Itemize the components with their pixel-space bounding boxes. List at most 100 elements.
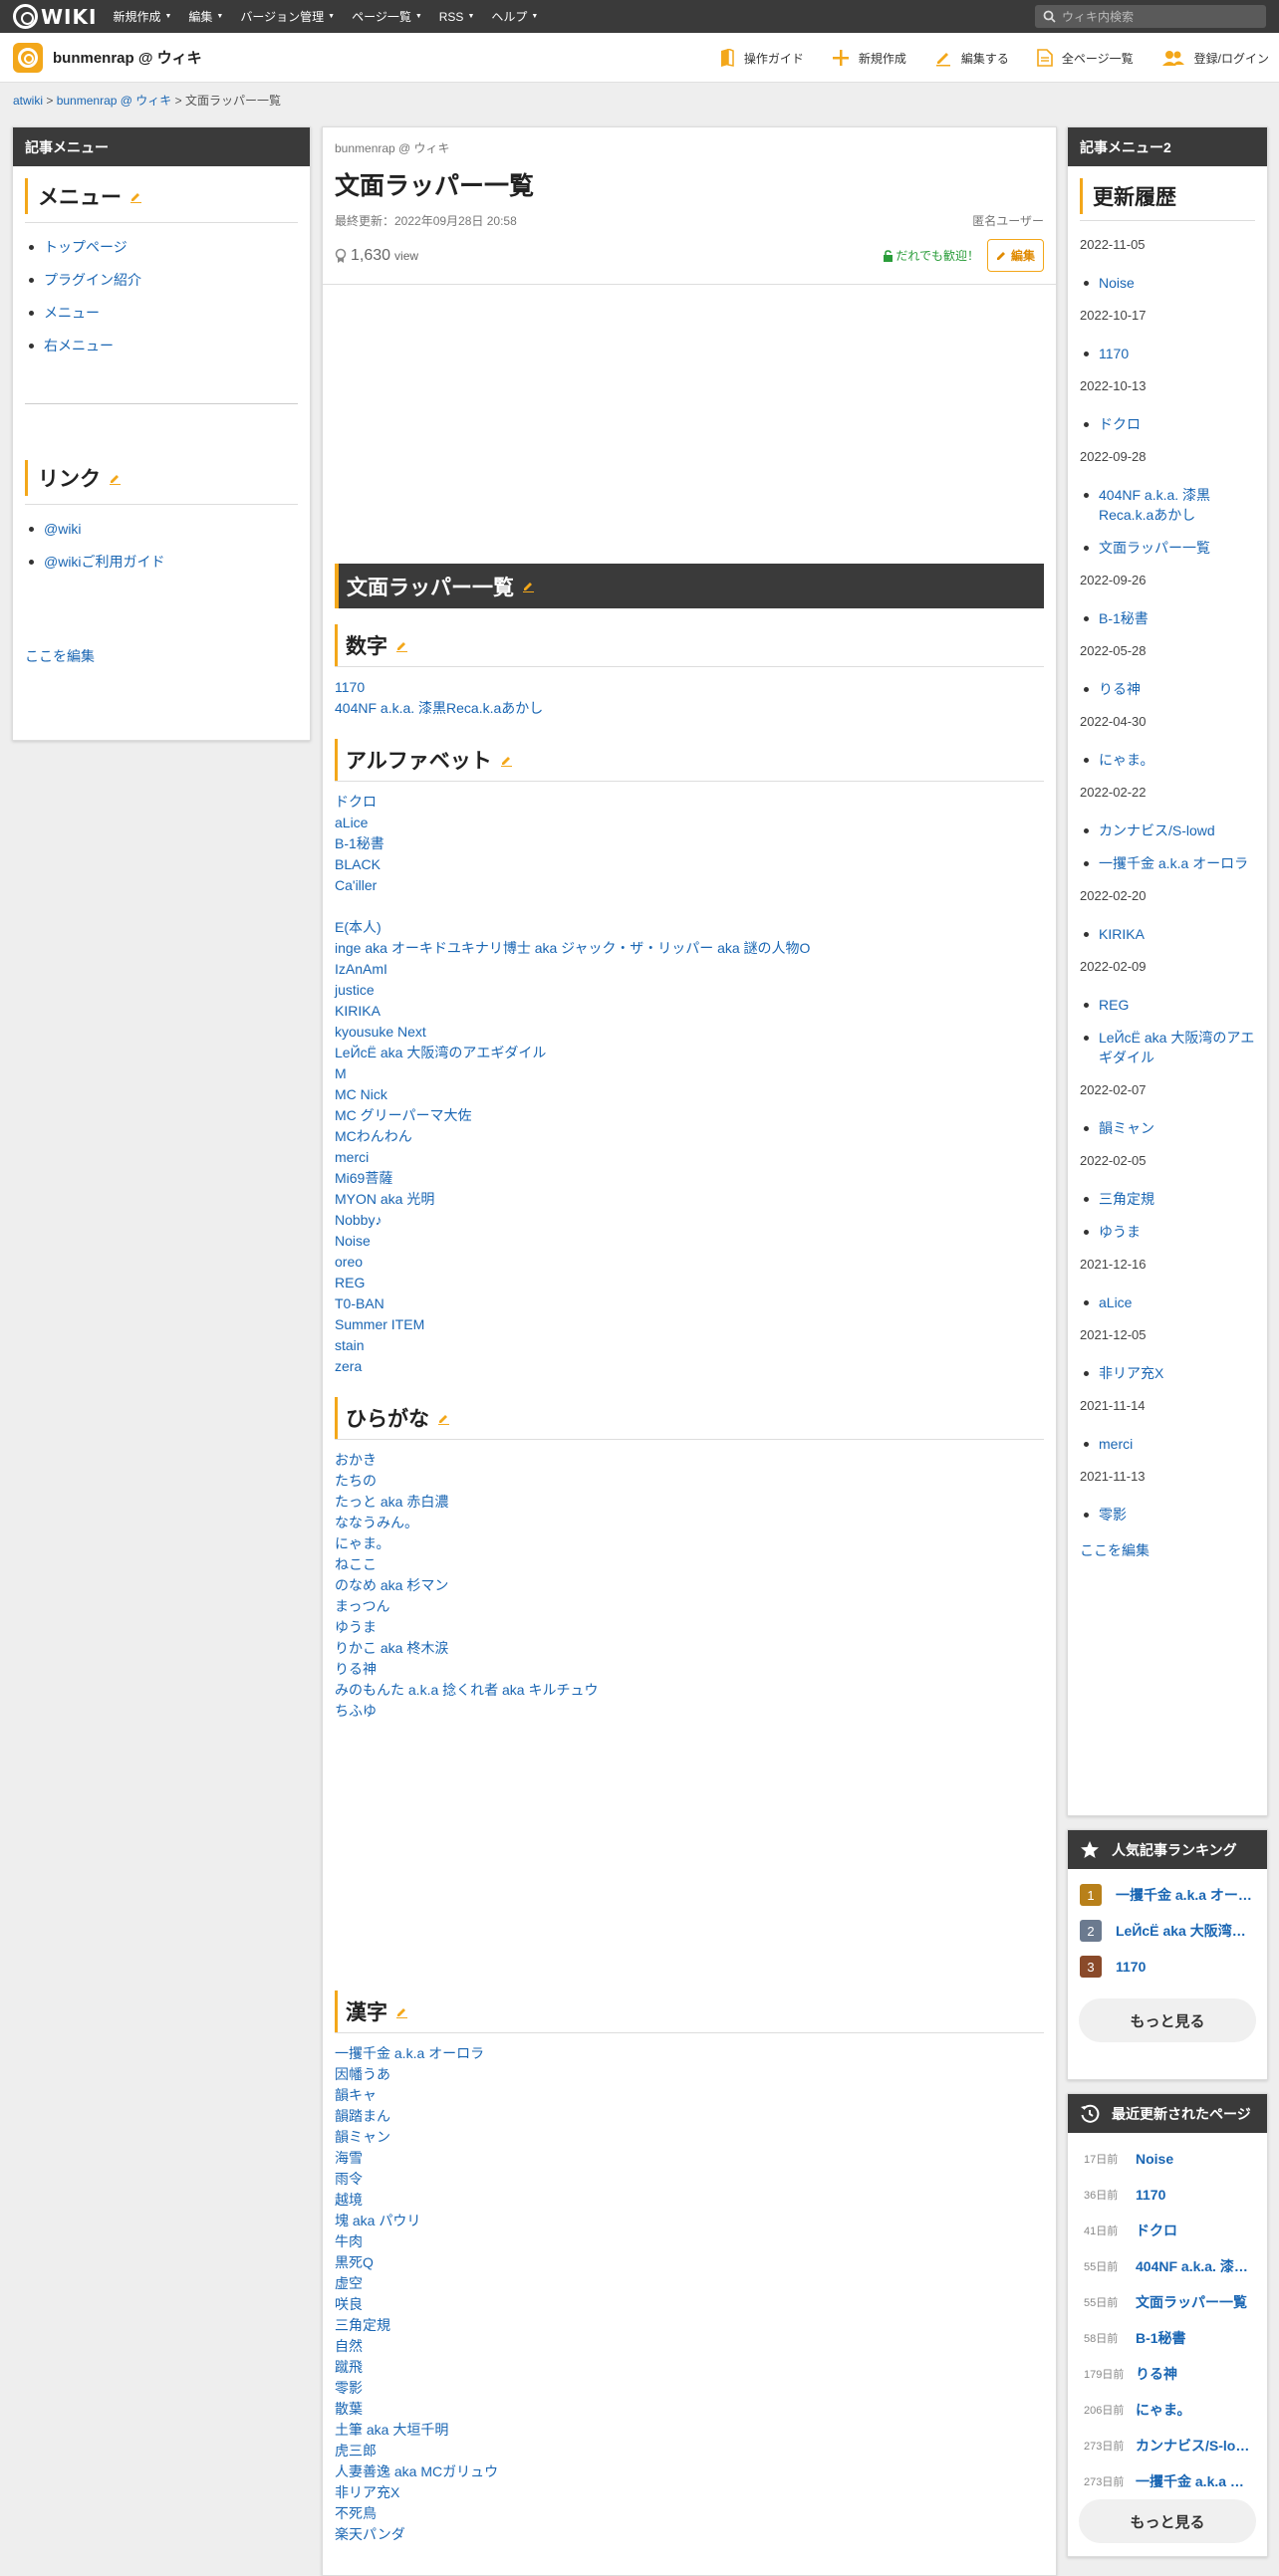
history-item[interactable]: りる神 <box>1080 679 1255 699</box>
history-item[interactable]: 三角定規 <box>1080 1189 1255 1209</box>
recent-title[interactable]: りる神 <box>1136 2364 1250 2384</box>
atwiki-logo[interactable]: WIKI <box>13 0 97 33</box>
recent-item[interactable]: 273日前一攫千金 a.k.a オーロラ <box>1068 2463 1267 2499</box>
rapper-link[interactable]: 韻ミャン <box>335 2127 1044 2148</box>
rapper-link[interactable]: E(本人) <box>335 917 1044 938</box>
history-item[interactable]: aLice <box>1080 1292 1255 1312</box>
rapper-link[interactable]: Ca'iller <box>335 875 1044 896</box>
rapper-link[interactable]: 自然 <box>335 2336 1044 2357</box>
rapper-link[interactable]: KIRIKA <box>335 1001 1044 1022</box>
breadcrumb-wiki[interactable]: bunmenrap @ ウィキ <box>57 94 172 108</box>
topnav-version[interactable]: バージョン管理 ▼ <box>240 8 335 25</box>
rapper-link[interactable]: りかこ aka 柊木涙 <box>335 1638 1044 1659</box>
ranking-item[interactable]: 1 一攫千金 a.k.a オーロラ <box>1068 1877 1267 1913</box>
link-item[interactable]: @wiki <box>25 519 298 539</box>
rapper-link[interactable]: ゆうま <box>335 1617 1044 1638</box>
history-item[interactable]: REG <box>1080 995 1255 1015</box>
history-item[interactable]: merci <box>1080 1434 1255 1454</box>
recent-title[interactable]: 文面ラッパー一覧 <box>1136 2292 1250 2312</box>
history-item[interactable]: Noise <box>1080 273 1255 293</box>
history-item[interactable]: LeЙcЁ aka 大阪湾のアエギダイル <box>1080 1028 1255 1067</box>
menu-item[interactable]: 右メニュー <box>25 336 298 355</box>
rapper-link[interactable]: T0-BAN <box>335 1293 1044 1314</box>
rapper-link[interactable]: 零影 <box>335 2378 1044 2399</box>
rapper-link[interactable]: 因幡うあ <box>335 2064 1044 2085</box>
rapper-link[interactable]: MYON aka 光明 <box>335 1189 1044 1210</box>
recent-item[interactable]: 36日前 1170 <box>1068 2177 1267 2213</box>
rapper-link[interactable]: 海雪 <box>335 2148 1044 2169</box>
wiki-logo-icon[interactable] <box>13 42 43 73</box>
rapper-link[interactable]: 不死鳥 <box>335 2503 1044 2524</box>
all-pages-button[interactable]: 全ページ一覧 <box>1037 49 1134 67</box>
history-item[interactable]: 零影 <box>1080 1505 1255 1524</box>
rapper-link[interactable]: justice <box>335 980 1044 1001</box>
rapper-link[interactable]: IzAnAmI <box>335 959 1044 980</box>
recent-title[interactable]: にゃま。 <box>1136 2400 1250 2420</box>
recent-item[interactable]: 17日前 Noise <box>1068 2141 1267 2177</box>
recent-item[interactable]: 58日前 B-1秘書 <box>1068 2320 1267 2356</box>
link-item[interactable]: @wikiご利用ガイド <box>25 552 298 572</box>
rapper-link[interactable]: 咲良 <box>335 2294 1044 2315</box>
topnav-help[interactable]: ヘルプ ▼ <box>491 8 538 25</box>
rapper-link[interactable]: 黒死Q <box>335 2252 1044 2273</box>
rapper-link[interactable]: 1170 <box>335 677 1044 698</box>
rapper-link[interactable]: まっつん <box>335 1596 1044 1617</box>
history-item[interactable]: KIRIKA <box>1080 924 1255 944</box>
recent-title[interactable]: B-1秘書 <box>1136 2328 1250 2348</box>
rapper-link[interactable]: REG <box>335 1273 1044 1293</box>
topnav-pages[interactable]: ページ一覧 ▼ <box>352 8 422 25</box>
rapper-link[interactable]: 土筆 aka 大垣千明 <box>335 2420 1044 2441</box>
rapper-link[interactable]: MC グリーパーマ大佐 <box>335 1105 1044 1126</box>
rapper-link[interactable]: 韻踏まん <box>335 2106 1044 2127</box>
ranking-more-button[interactable]: もっと見る <box>1079 1998 1256 2042</box>
rapper-link[interactable]: merci <box>335 1147 1044 1168</box>
menu-item[interactable]: プラグイン紹介 <box>25 270 298 290</box>
wiki-title-link[interactable]: bunmenrap @ ウィキ <box>53 47 202 68</box>
search-icon[interactable] <box>1043 10 1056 23</box>
rapper-link[interactable]: Summer ITEM <box>335 1314 1044 1335</box>
history-item[interactable]: 一攫千金 a.k.a オーロラ <box>1080 853 1255 873</box>
rapper-link[interactable]: のなめ aka 杉マン <box>335 1575 1044 1596</box>
rapper-link[interactable]: みのもんた a.k.a 捻くれ者 aka キルチュウ <box>335 1680 1044 1701</box>
edit-pencil-icon[interactable] <box>395 639 408 652</box>
recent-title[interactable]: ドクロ <box>1136 2221 1250 2240</box>
edit-button[interactable]: 編集 <box>986 239 1044 272</box>
rapper-link[interactable]: 人妻善逸 aka MCガリュウ <box>335 2461 1044 2482</box>
history-item[interactable]: 1170 <box>1080 344 1255 363</box>
login-button[interactable]: 登録/ログイン <box>1161 50 1269 67</box>
rapper-link[interactable]: 非リア充X <box>335 2482 1044 2503</box>
history-item[interactable]: 非リア充X <box>1080 1363 1255 1383</box>
rapper-link[interactable]: Mi69菩薩 <box>335 1168 1044 1189</box>
rapper-link[interactable]: 韻キャ <box>335 2085 1044 2106</box>
recent-item[interactable]: 273日前 カンナビス/S-lowd <box>1068 2428 1267 2463</box>
history-item[interactable]: 404NF a.k.a. 漆黒Reca.k.aあかし <box>1080 485 1255 525</box>
recent-item[interactable]: 206日前 にゃま。 <box>1068 2392 1267 2428</box>
edit-pencil-icon[interactable] <box>129 190 142 203</box>
ranking-item[interactable]: 3 1170 <box>1068 1949 1267 1985</box>
history-item[interactable]: にゃま。 <box>1080 750 1255 770</box>
guide-button[interactable]: 操作ガイド <box>719 49 804 67</box>
rapper-link[interactable]: おかき <box>335 1450 1044 1471</box>
rapper-link[interactable]: Noise <box>335 1231 1044 1252</box>
rapper-link[interactable]: たっと aka 赤白濃 <box>335 1492 1044 1513</box>
rapper-link[interactable]: ねここ <box>335 1554 1044 1575</box>
menu-item[interactable]: メニュー <box>25 303 298 323</box>
recent-more-button[interactable]: もっと見る <box>1079 2499 1256 2543</box>
rapper-link[interactable]: 蹴飛 <box>335 2357 1044 2378</box>
ranking-item[interactable]: 2 LeЙcЁ aka 大阪湾のアエギダイル <box>1068 1913 1267 1949</box>
rapper-link[interactable]: Nobby♪ <box>335 1210 1044 1231</box>
rapper-link[interactable]: kyousuke Next <box>335 1022 1044 1043</box>
history-item[interactable]: ゆうま <box>1080 1222 1255 1242</box>
history-item[interactable]: B-1秘書 <box>1080 608 1255 628</box>
rapper-link[interactable]: 404NF a.k.a. 漆黒Reca.k.aあかし <box>335 698 1044 719</box>
history-item[interactable]: 文面ラッパー一覧 <box>1080 538 1255 558</box>
rapper-link[interactable]: 雨令 <box>335 2169 1044 2190</box>
rapper-link[interactable]: ドクロ <box>335 792 1044 813</box>
edit-pencil-icon[interactable] <box>109 472 122 485</box>
rapper-link[interactable]: aLice <box>335 813 1044 833</box>
breadcrumb-atwiki[interactable]: atwiki <box>13 94 43 108</box>
rapper-link[interactable]: 一攫千金 a.k.a オーロラ <box>335 2043 1044 2064</box>
search-input[interactable] <box>1062 9 1251 24</box>
recent-title[interactable]: 一攫千金 a.k.a オーロラ <box>1136 2471 1250 2491</box>
rapper-link[interactable]: zera <box>335 1356 1044 1377</box>
